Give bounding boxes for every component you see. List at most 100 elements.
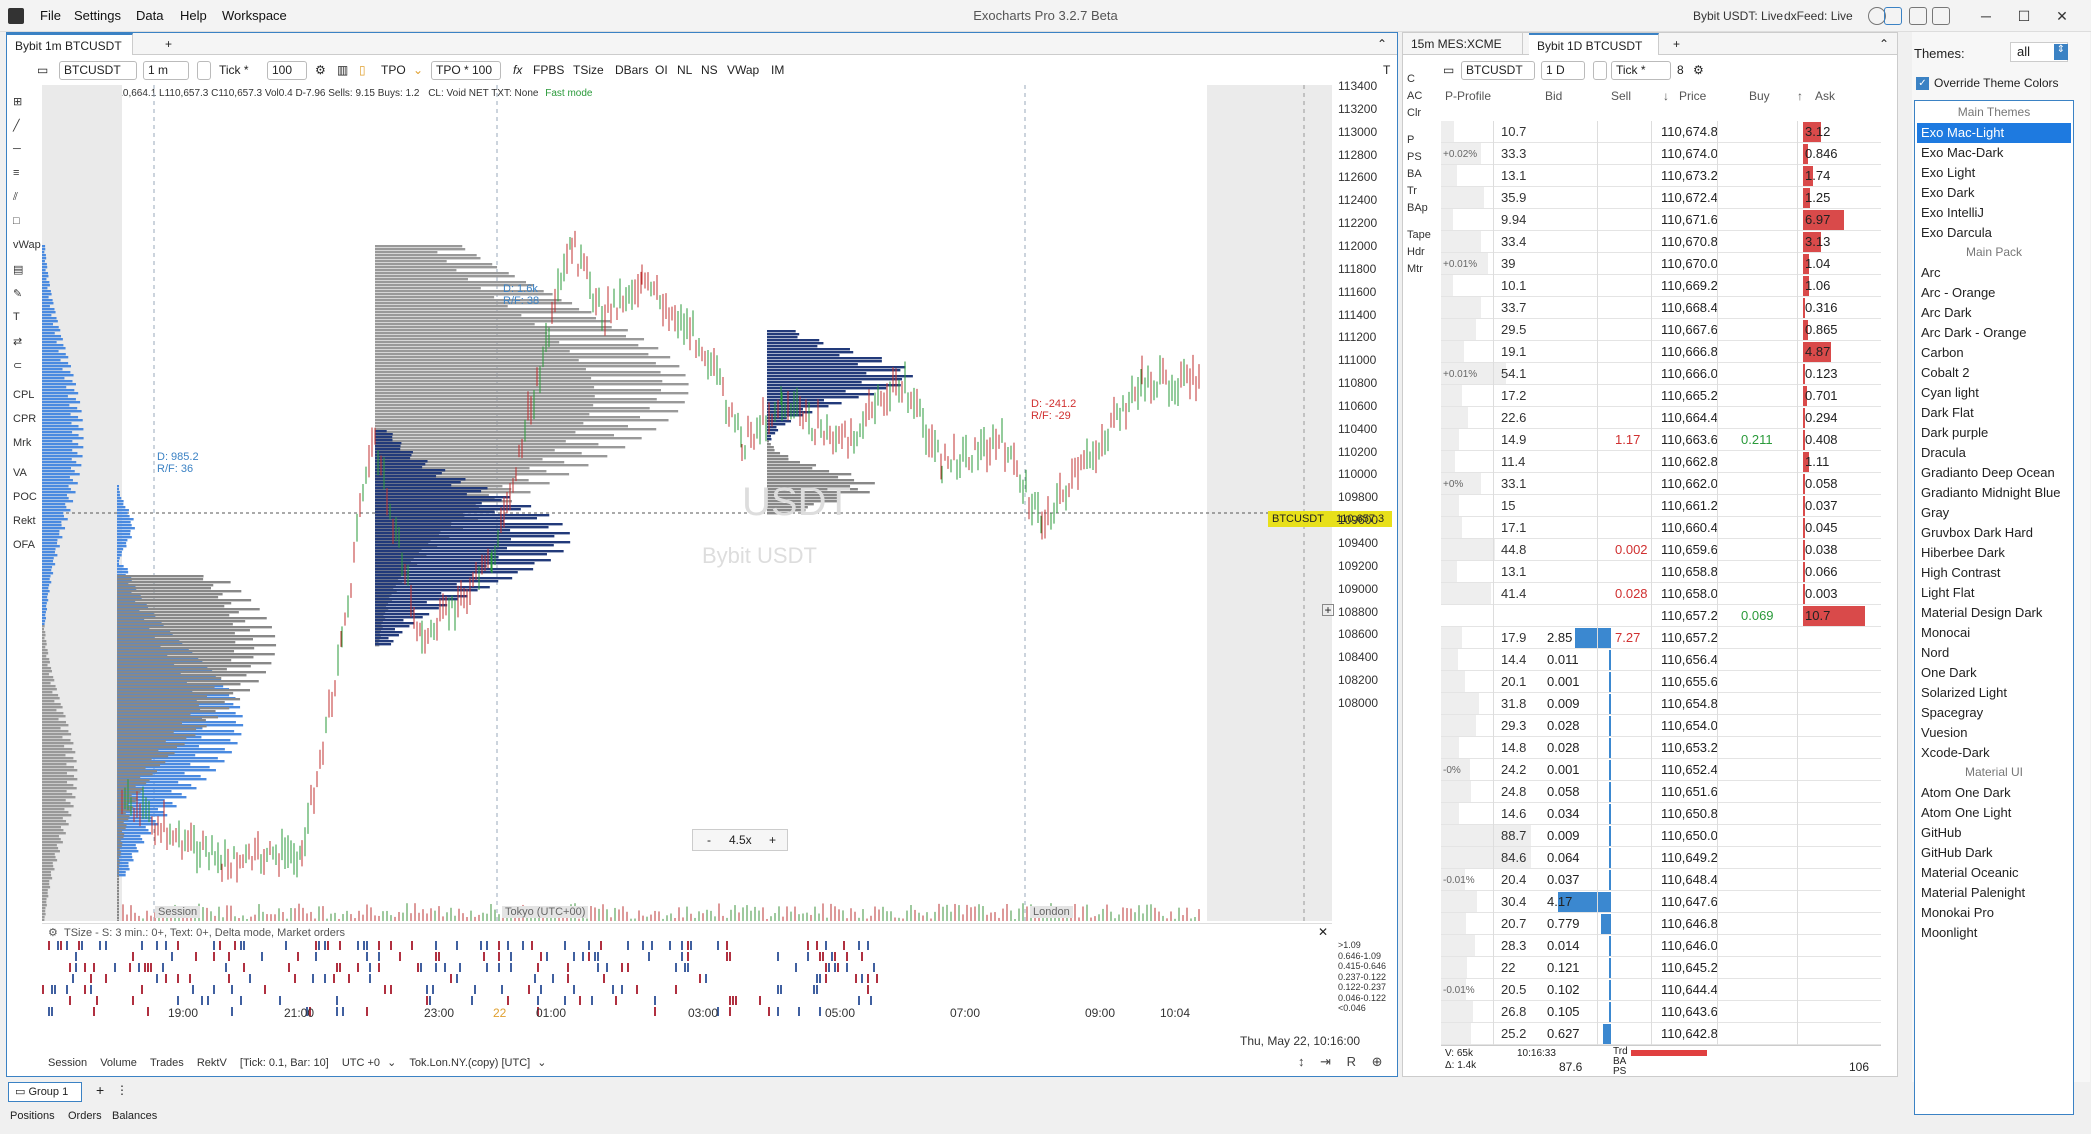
profile-tool-icon[interactable]: ▤ (13, 263, 23, 276)
timeframe-select[interactable]: 1 m (143, 61, 189, 80)
text-tool-icon[interactable]: T (13, 311, 20, 323)
tpo-label[interactable]: TPO (381, 63, 406, 77)
brush-tool-icon[interactable]: ✎ (13, 287, 22, 300)
dom-side-p[interactable]: P (1407, 134, 1414, 146)
add-pane-icon[interactable]: + (1322, 604, 1334, 616)
toolbar-ns[interactable]: NS (701, 63, 718, 77)
theme-item[interactable]: Exo IntelliJ (1921, 203, 2071, 223)
theme-item[interactable]: Solarized Light (1921, 683, 2071, 703)
theme-item[interactable]: GitHub Dark (1921, 843, 2071, 863)
save-icon[interactable] (1909, 7, 1927, 25)
toolbar-nl[interactable]: NL (677, 63, 692, 77)
dom-row[interactable]: 11.4 110,662.8 1.11 (1441, 451, 1881, 473)
tab-mes-15m[interactable]: 15m MES:XCME (1403, 33, 1523, 55)
header-price[interactable]: Price (1679, 89, 1706, 103)
dom-side-bap[interactable]: BAp (1407, 202, 1428, 214)
hline-tool-icon[interactable]: ─ (13, 143, 21, 155)
theme-item[interactable]: Exo Dark (1921, 183, 2071, 203)
dom-side-clr[interactable]: Clr (1407, 107, 1421, 119)
dom-row[interactable]: 110,657.2 0.069 10.7 (1441, 605, 1881, 627)
theme-list[interactable]: Main Themes Exo Mac-Light Exo Mac-Dark Exo … (1914, 100, 2074, 1115)
price-chart[interactable]: USDT Bybit USDT (42, 85, 1332, 921)
toolbar-tsize[interactable]: TSize (573, 63, 604, 77)
minimize-icon[interactable]: ─ (1976, 6, 1996, 26)
theme-item[interactable]: Atom One Light (1921, 803, 2071, 823)
folder-icon[interactable]: ▭ (37, 63, 48, 77)
dom-row[interactable]: +0.02% 33.3 110,674.0 0.846 (1441, 143, 1881, 165)
theme-item[interactable]: Arc - Orange (1921, 283, 2071, 303)
dom-row[interactable]: 13.1 110,658.8 0.066 (1441, 561, 1881, 583)
dom-row[interactable]: 17.2 110,665.2 0.701 (1441, 385, 1881, 407)
theme-item[interactable]: Exo Darcula (1921, 223, 2071, 243)
footer-volume[interactable]: Volume (100, 1057, 137, 1069)
dom-row[interactable]: 88.7 0.009 110,650.0 (1441, 825, 1881, 847)
vertical-fit-icon[interactable]: ↕ (1298, 1054, 1305, 1069)
dom-row[interactable]: 22 0.121 110,645.2 (1441, 957, 1881, 979)
dom-tick-input[interactable]: Tick * (1611, 61, 1671, 80)
dom-row[interactable]: 33.7 110,668.4 0.316 (1441, 297, 1881, 319)
dom-row[interactable]: 29.3 0.028 110,654.0 (1441, 715, 1881, 737)
more-icon[interactable]: ⋮ (116, 1083, 128, 1097)
sort-up-icon[interactable]: ↑ (1797, 89, 1803, 103)
tpo-input[interactable]: TPO * 100 (431, 61, 501, 80)
lines-tool-icon[interactable]: ≡ (13, 167, 19, 179)
dom-tick-checkbox[interactable] (1593, 61, 1607, 80)
theme-item[interactable]: Monokai Pro (1921, 903, 2071, 923)
toolbar-vwap[interactable]: VWap (727, 63, 759, 77)
subchart-gear-icon[interactable]: ⚙ (48, 926, 58, 939)
theme-item[interactable]: Monocai (1921, 623, 2071, 643)
override-checkbox[interactable]: ✓ (1916, 77, 1929, 90)
scroll-end-icon[interactable]: ⇥ (1320, 1054, 1331, 1069)
zoom-icon[interactable]: ⊕ (1372, 1054, 1383, 1069)
theme-item[interactable]: High Contrast (1921, 563, 2071, 583)
text-tool-icon[interactable]: T (1383, 63, 1390, 77)
gear-icon[interactable]: ⚙ (315, 63, 326, 77)
dom-side-ac[interactable]: AC (1407, 90, 1422, 102)
theme-item[interactable]: Cobalt 2 (1921, 363, 2071, 383)
side-va[interactable]: VA (13, 467, 27, 479)
header-sell[interactable]: Sell (1611, 89, 1631, 103)
chevron-down-icon[interactable]: ⌄ (413, 63, 423, 77)
tab-bybit-1m[interactable]: Bybit 1m BTCUSDT (7, 33, 133, 55)
theme-item[interactable]: Nord (1921, 643, 2071, 663)
theme-item[interactable]: One Dark (1921, 663, 2071, 683)
tick-input[interactable]: 100 (267, 61, 307, 80)
dom-row[interactable]: 10.7 110,674.8 3.12 (1441, 121, 1881, 143)
dom-row[interactable]: +0% 33.1 110,662.0 0.058 (1441, 473, 1881, 495)
layout-tool-icon[interactable]: ⊞ (13, 95, 22, 108)
footer-utc[interactable]: UTC +0 (342, 1057, 380, 1069)
footer-trades[interactable]: Trades (150, 1057, 184, 1069)
gear-icon[interactable]: ⚙ (1693, 63, 1704, 77)
dom-row[interactable]: 14.9 1.17 110,663.6 0.211 0.408 (1441, 429, 1881, 451)
theme-item[interactable]: Gray (1921, 503, 2071, 523)
dom-row[interactable]: +0.01% 39 110,670.0 1.04 (1441, 253, 1881, 275)
theme-item[interactable]: Hiberbee Dark (1921, 543, 2071, 563)
dom-row[interactable]: 44.8 0.002 110,659.6 0.038 (1441, 539, 1881, 561)
theme-item[interactable]: Arc Dark (1921, 303, 2071, 323)
dom-row[interactable]: 28.3 0.014 110,646.0 (1441, 935, 1881, 957)
toolbar-im[interactable]: IM (771, 63, 784, 77)
dom-row[interactable]: 20.1 0.001 110,655.6 (1441, 671, 1881, 693)
tab-positions[interactable]: Positions (10, 1110, 55, 1122)
footer-rektv[interactable]: RektV (197, 1057, 227, 1069)
theme-item[interactable]: GitHub (1921, 823, 2071, 843)
dom-side-ps[interactable]: PS (1407, 151, 1422, 163)
dom-row[interactable]: 31.8 0.009 110,654.8 (1441, 693, 1881, 715)
dom-symbol-select[interactable]: BTCUSDT (1461, 61, 1535, 80)
chevron-up-icon[interactable]: ⌃ (1369, 33, 1395, 55)
dom-row[interactable]: 15 110,661.2 0.037 (1441, 495, 1881, 517)
reset-icon[interactable]: R (1347, 1054, 1356, 1069)
tab-orders[interactable]: Orders (68, 1110, 102, 1122)
dom-row[interactable]: 20.7 0.779 110,646.8 (1441, 913, 1881, 935)
fx-icon[interactable]: fx (513, 63, 522, 77)
theme-item[interactable]: Material Design Dark (1921, 603, 2071, 623)
dom-side-tr[interactable]: Tr (1407, 185, 1417, 197)
theme-item[interactable]: Xcode-Dark (1921, 743, 2071, 763)
group-tab[interactable]: ▭ Group 1 (8, 1082, 82, 1102)
dom-row[interactable]: 35.9 110,672.4 1.25 (1441, 187, 1881, 209)
theme-item[interactable]: Cyan light (1921, 383, 2071, 403)
dom-row[interactable]: 84.6 0.064 110,649.2 (1441, 847, 1881, 869)
side-cpr[interactable]: CPR (13, 413, 36, 425)
side-cpl[interactable]: CPL (13, 389, 34, 401)
dom-side-hdr[interactable]: Hdr (1407, 246, 1425, 258)
